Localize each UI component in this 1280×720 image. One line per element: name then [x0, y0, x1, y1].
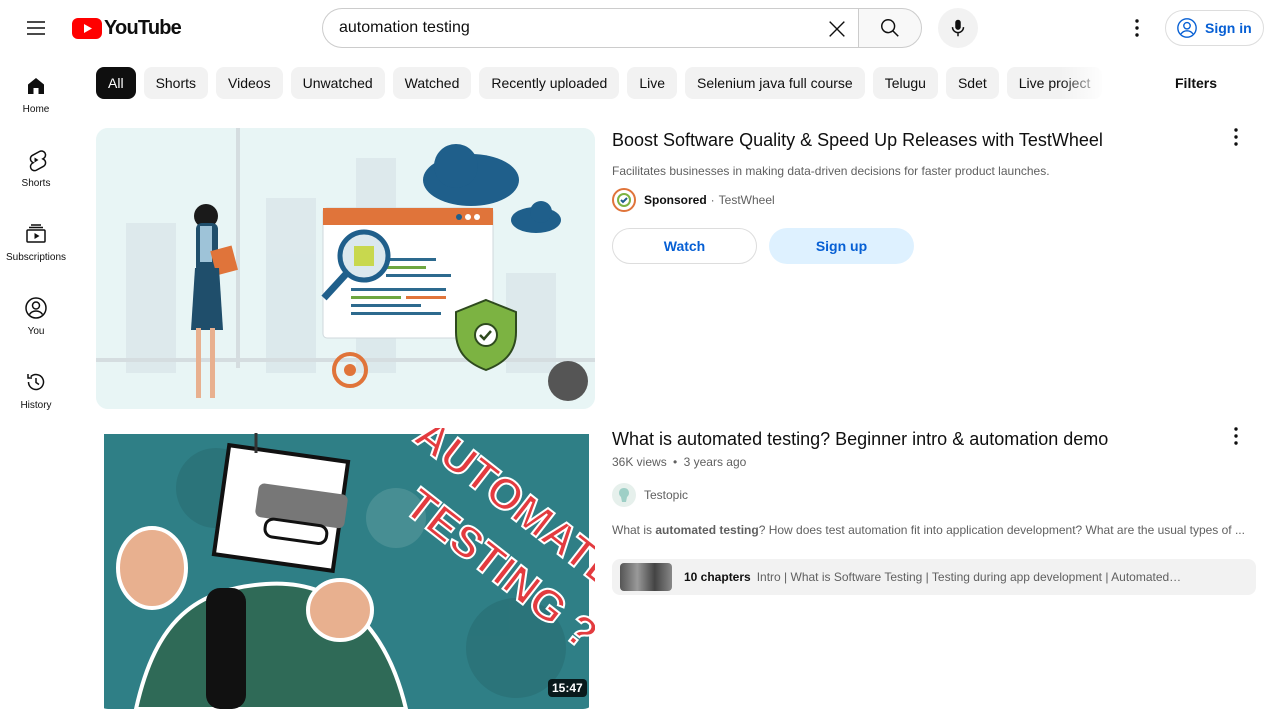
sponsored-label: Sponsored — [644, 193, 707, 207]
history-icon — [27, 373, 45, 391]
chip-all[interactable]: All — [96, 67, 136, 99]
sidebar-item-label: History — [20, 400, 52, 411]
meta-separator: · — [710, 193, 715, 207]
ad-menu-button[interactable] — [1224, 125, 1248, 149]
more-vert-icon — [1234, 128, 1238, 146]
sign-in-button[interactable]: Sign in — [1165, 10, 1264, 46]
video-thumbnail-image: AUTOMATED TESTING ? — [96, 428, 595, 709]
sidebar-item-label: Home — [22, 104, 50, 115]
sign-up-button[interactable]: Sign up — [769, 228, 914, 264]
subscriptions-icon — [26, 224, 46, 243]
sidebar-item-label: Shorts — [21, 178, 51, 189]
sidebar-item-shorts[interactable]: Shorts — [4, 130, 68, 204]
video-channel-row: Testopic — [612, 483, 688, 507]
clear-search-button[interactable] — [819, 11, 855, 47]
search-button[interactable] — [858, 8, 922, 48]
ad-thumbnail[interactable] — [96, 128, 595, 409]
sidebar-item-you[interactable]: You — [4, 278, 68, 352]
view-count: 36K views — [612, 455, 667, 469]
snippet-highlight: automated testing — [655, 523, 759, 537]
chip-telugu[interactable]: Telugu — [872, 67, 938, 99]
search-icon — [881, 19, 899, 37]
video-duration-badge: 15:47 — [548, 679, 587, 697]
ad-illustration — [96, 128, 595, 409]
video-thumbnail[interactable]: AUTOMATED TESTING ? — [96, 428, 595, 709]
youtube-play-logo-icon — [72, 17, 102, 39]
sidebar-item-history[interactable]: History — [4, 352, 68, 426]
testopic-channel-avatar[interactable] — [612, 483, 636, 507]
guide-menu-button[interactable] — [16, 8, 56, 48]
sidebar-item-home[interactable]: Home — [4, 56, 68, 130]
video-channel-name[interactable]: Testopic — [644, 488, 688, 502]
hamburger-icon — [27, 21, 45, 35]
filter-chips-bar: All Shorts Videos Unwatched Watched Rece… — [96, 67, 1108, 99]
chip-shorts[interactable]: Shorts — [143, 67, 209, 99]
account-circle-icon — [1177, 18, 1197, 38]
snippet-text: ? How does test automation fit into appl… — [758, 523, 1245, 537]
ad-meta: Sponsored · TestWheel — [612, 188, 775, 212]
chapter-thumbnail — [620, 563, 672, 591]
meta-separator: • — [673, 455, 678, 469]
logo-wordmark: YouTube — [104, 16, 182, 39]
video-title[interactable]: What is automated testing? Beginner intr… — [612, 429, 1108, 450]
watch-button[interactable]: Watch — [612, 228, 757, 264]
snippet-text: What is — [612, 523, 656, 537]
youtube-logo[interactable]: YouTube — [72, 16, 182, 39]
video-menu-button[interactable] — [1224, 424, 1248, 448]
video-metadata: 36K views • 3 years ago — [612, 455, 746, 469]
sign-in-label: Sign in — [1205, 20, 1252, 36]
upload-age: 3 years ago — [683, 455, 747, 469]
more-vert-icon — [1135, 19, 1139, 37]
ad-title[interactable]: Boost Software Quality & Speed Up Releas… — [612, 130, 1103, 151]
more-vert-icon — [1234, 427, 1238, 445]
settings-more-button[interactable] — [1117, 8, 1157, 48]
home-icon — [28, 78, 44, 94]
you-icon — [25, 297, 47, 319]
chip-selenium-java[interactable]: Selenium java full course — [685, 67, 865, 99]
chips-fade-overlay — [1060, 67, 1120, 99]
voice-search-button[interactable] — [938, 8, 978, 48]
ad-description: Facilitates businesses in making data-dr… — [612, 164, 1050, 178]
sidebar-item-subscriptions[interactable]: Subscriptions — [4, 204, 68, 278]
close-icon — [829, 21, 845, 37]
chip-videos[interactable]: Videos — [216, 67, 283, 99]
microphone-icon — [951, 19, 965, 37]
chapters-count: 10 chapters — [684, 570, 751, 584]
chip-recently-uploaded[interactable]: Recently uploaded — [479, 67, 620, 99]
ad-channel-name[interactable]: TestWheel — [719, 193, 775, 207]
sidebar-item-label: Subscriptions — [5, 252, 67, 263]
chip-unwatched[interactable]: Unwatched — [290, 67, 385, 99]
chip-live[interactable]: Live — [627, 67, 678, 99]
testwheel-channel-icon[interactable] — [612, 188, 636, 212]
chapters-list: Intro | What is Software Testing | Testi… — [756, 570, 1182, 584]
sidebar-item-label: You — [27, 326, 45, 337]
chip-sdet[interactable]: Sdet — [945, 67, 999, 99]
chip-watched[interactable]: Watched — [392, 67, 472, 99]
chapters-row[interactable]: 10 chapters Intro | What is Software Tes… — [612, 559, 1256, 595]
search-input[interactable] — [339, 19, 809, 37]
video-snippet: What is automated testing? How does test… — [612, 523, 1252, 537]
search-box — [322, 8, 859, 48]
masthead: YouTube Sign in — [0, 0, 1280, 56]
shorts-icon — [29, 150, 47, 172]
filters-button[interactable]: Filters — [1175, 75, 1217, 91]
